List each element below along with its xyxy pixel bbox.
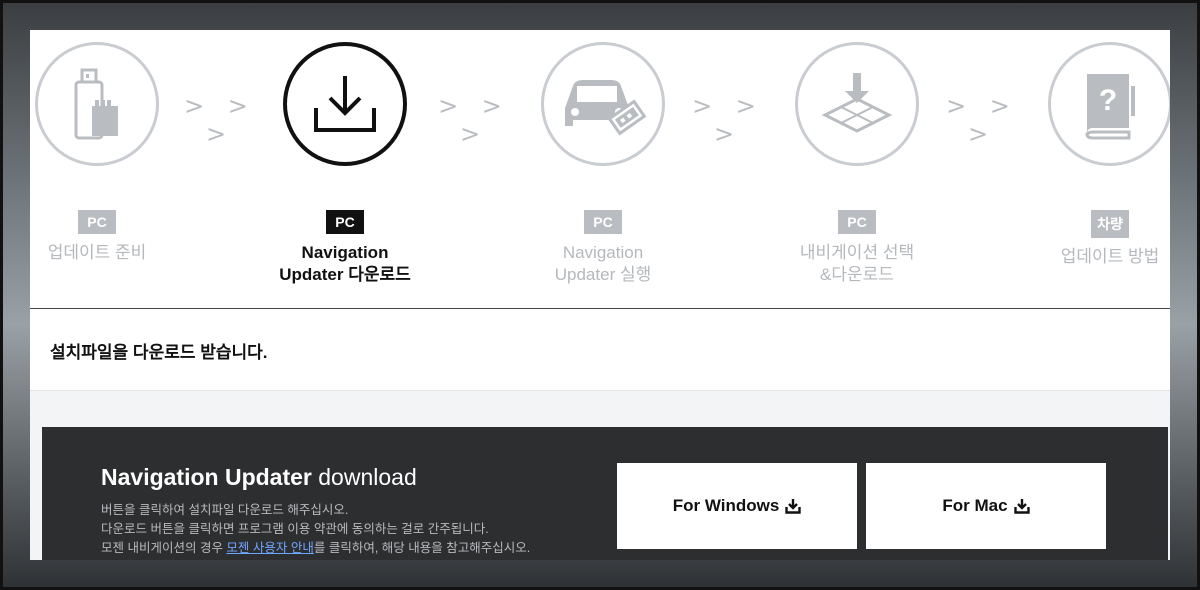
step-3-circle (541, 42, 665, 166)
download-icon (1013, 499, 1030, 514)
usb-sdcard-icon (74, 68, 118, 140)
step-3-label: Navigation Updater 실행 (554, 243, 652, 284)
map-download-icon (821, 73, 893, 133)
section-divider (30, 308, 1170, 309)
step-4-badge: PC (838, 210, 876, 234)
svg-text:?: ? (1099, 84, 1117, 117)
step-3-badge: PC (584, 210, 622, 234)
mozen-user-guide-link[interactable]: 모젠 사용자 안내 (226, 541, 313, 555)
download-description: 버튼을 클릭하여 설치파일 다운로드 해주십시오. 다운로드 버튼을 클릭하면 … (101, 503, 531, 555)
update-guide-panel: PC 업데이트 준비 > > > PC Navigation Updater 다… (30, 30, 1170, 560)
step-5[interactable]: ? 차량 업데이트 방법 (1035, 42, 1170, 268)
step-1[interactable]: PC 업데이트 준비 (30, 42, 172, 264)
step-arrows-2: > > > (438, 92, 510, 148)
step-5-label: 업데이트 방법 (1060, 247, 1160, 266)
step-5-circle: ? (1048, 42, 1170, 166)
step-arrows-4: > > > (946, 92, 1018, 148)
step-5-badge: 차량 (1091, 210, 1129, 238)
step-arrows-1: > > > (184, 92, 256, 148)
manual-book-icon: ? (1085, 74, 1135, 140)
step-2-badge: PC (326, 210, 364, 234)
step-1-circle (35, 42, 159, 166)
instruction-text: 설치파일을 다운로드 받습니다. (50, 343, 268, 362)
download-icon (314, 76, 376, 132)
step-4-label: 내비게이션 선택 &다운로드 (799, 243, 915, 284)
step-arrows-3: > > > (692, 92, 764, 148)
step-2-label: Navigation Updater 다운로드 (279, 243, 411, 284)
download-box: Navigation Updater download 버튼을 클릭하여 설치파… (42, 427, 1168, 560)
step-3[interactable]: PC Navigation Updater 실행 (528, 42, 678, 286)
download-mac-button[interactable]: For Mac (866, 463, 1106, 549)
step-1-badge: PC (78, 210, 116, 234)
download-title: Navigation Updater download (101, 464, 417, 490)
download-windows-button[interactable]: For Windows (617, 463, 857, 549)
step-1-label: 업데이트 준비 (47, 243, 147, 262)
step-4-circle (795, 42, 919, 166)
step-2-circle (283, 42, 407, 166)
download-icon (785, 499, 801, 514)
step-4[interactable]: PC 내비게이션 선택 &다운로드 (782, 42, 932, 286)
step-2[interactable]: PC Navigation Updater 다운로드 (270, 42, 420, 286)
steps-row: PC 업데이트 준비 > > > PC Navigation Updater 다… (30, 30, 1170, 308)
car-usb-icon (565, 80, 647, 136)
